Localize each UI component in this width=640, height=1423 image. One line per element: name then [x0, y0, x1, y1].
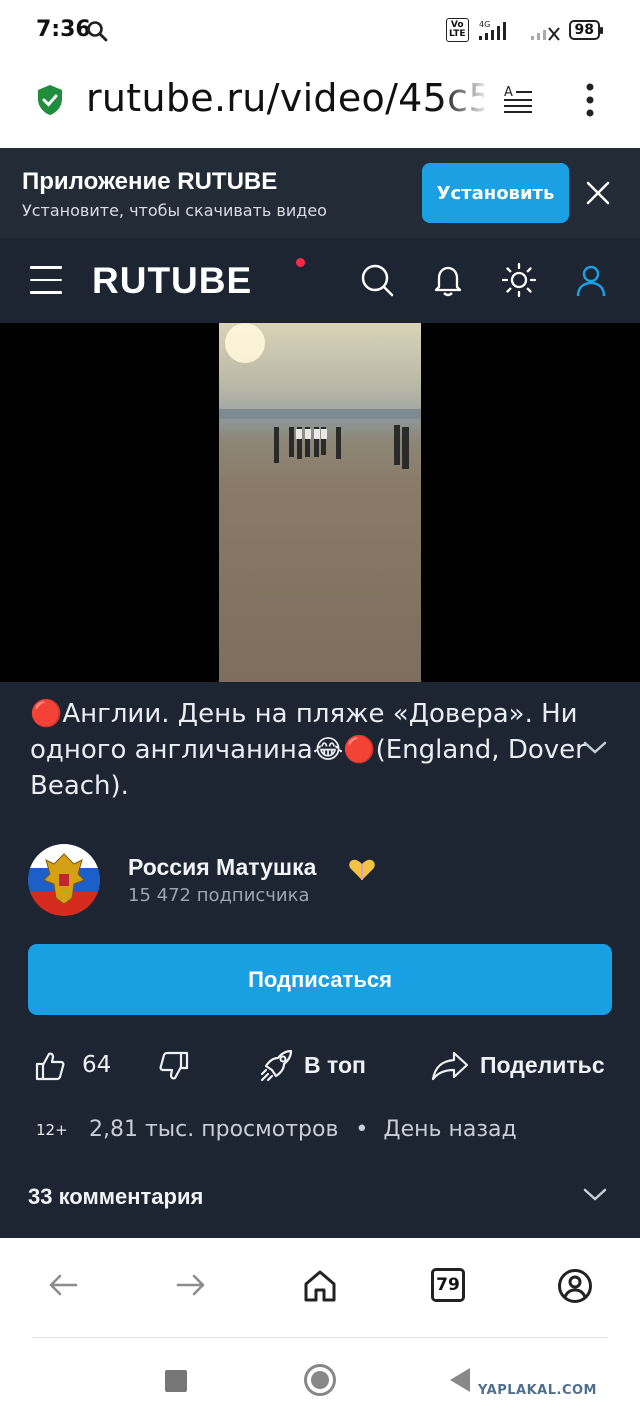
search-icon[interactable]: [359, 262, 395, 298]
like-icon[interactable]: [34, 1050, 66, 1082]
video-thumbnail-scene: [219, 323, 421, 469]
share-button[interactable]: Поделитьс: [480, 1052, 612, 1079]
video-title[interactable]: 🔴Англии. День на пляже «Довера». Ни одно…: [30, 696, 590, 804]
svg-text:4G: 4G: [479, 20, 490, 29]
video-player[interactable]: [0, 323, 640, 682]
account-icon[interactable]: [557, 1268, 593, 1304]
signal-icon: [530, 27, 560, 41]
like-count: 64: [82, 1052, 112, 1078]
back-arrow-icon[interactable]: [46, 1268, 80, 1302]
age-rating: 12+: [36, 1121, 68, 1139]
dislike-icon[interactable]: [158, 1050, 190, 1082]
share-icon[interactable]: [430, 1050, 470, 1082]
url-fade: [440, 76, 490, 126]
action-row: 64 В топ Поделитьс: [0, 1042, 640, 1090]
subscriber-count: 15 472 подписчика: [128, 885, 310, 906]
bell-icon[interactable]: [430, 262, 466, 298]
channel-name[interactable]: Россия Матушка: [128, 854, 316, 881]
meta-separator: •: [355, 1117, 369, 1142]
view-count: 2,81 тыс. просмотров: [89, 1117, 339, 1142]
svg-text:A: A: [504, 85, 513, 100]
watermark: YAPLAKAL.COM: [478, 1383, 597, 1398]
rutube-logo[interactable]: RUTUBE: [92, 260, 252, 302]
tabs-count[interactable]: 79: [431, 1268, 465, 1302]
browser-toolbar: 79: [0, 1238, 640, 1338]
battery-indicator: 98: [568, 20, 604, 40]
search-icon: [87, 21, 108, 42]
channel-avatar[interactable]: [28, 844, 100, 916]
forward-arrow-icon[interactable]: [174, 1268, 208, 1302]
rocket-icon[interactable]: [258, 1048, 294, 1084]
logo-dot: [296, 258, 305, 267]
system-nav-bar: YAPLAKAL.COM: [0, 1338, 640, 1423]
user-profile-icon[interactable]: [573, 262, 609, 298]
secure-shield-icon[interactable]: [36, 84, 64, 116]
theme-sun-icon[interactable]: [501, 262, 537, 298]
banner-subtitle: Установите, чтобы скачивать видео: [22, 201, 327, 220]
chevron-down-icon[interactable]: [582, 740, 608, 756]
status-bar: 7:36 Vo LTE 4G 98: [0, 0, 640, 62]
site-header: RUTUBE: [0, 238, 640, 323]
back-triangle-icon[interactable]: [450, 1368, 470, 1392]
volte-badge: Vo LTE: [445, 18, 469, 42]
comments-header[interactable]: 33 комментария: [28, 1184, 203, 1210]
home-icon[interactable]: [302, 1268, 338, 1304]
browser-url-bar: rutube.ru/video/45c5 A: [0, 62, 640, 148]
install-button[interactable]: Установить: [422, 163, 569, 223]
app-install-banner: Приложение RUTUBE Установите, чтобы скач…: [0, 148, 640, 238]
top-button[interactable]: В топ: [304, 1052, 366, 1079]
publish-date: День назад: [383, 1117, 517, 1142]
chevron-down-icon[interactable]: [582, 1187, 608, 1203]
coat-of-arms-avatar: [28, 844, 100, 916]
subscribe-button[interactable]: Подписаться: [28, 944, 612, 1015]
more-menu-icon[interactable]: [580, 82, 600, 118]
home-button-icon[interactable]: [304, 1364, 336, 1396]
url-text[interactable]: rutube.ru/video/45c5: [86, 76, 484, 120]
heart-icon: [349, 859, 375, 880]
signal-4g-icon: 4G: [478, 20, 506, 40]
video-meta: 12+ 2,81 тыс. просмотров • День назад: [36, 1117, 517, 1142]
recents-icon[interactable]: [165, 1370, 187, 1392]
close-icon[interactable]: [584, 179, 612, 207]
reader-mode-icon[interactable]: A: [502, 84, 536, 114]
video-details: 🔴Англии. День на пляже «Довера». Ни одно…: [0, 682, 640, 1238]
menu-icon[interactable]: [30, 266, 62, 294]
banner-title: Приложение RUTUBE: [22, 168, 278, 195]
video-frame[interactable]: [219, 323, 421, 682]
status-time: 7:36: [36, 17, 91, 42]
